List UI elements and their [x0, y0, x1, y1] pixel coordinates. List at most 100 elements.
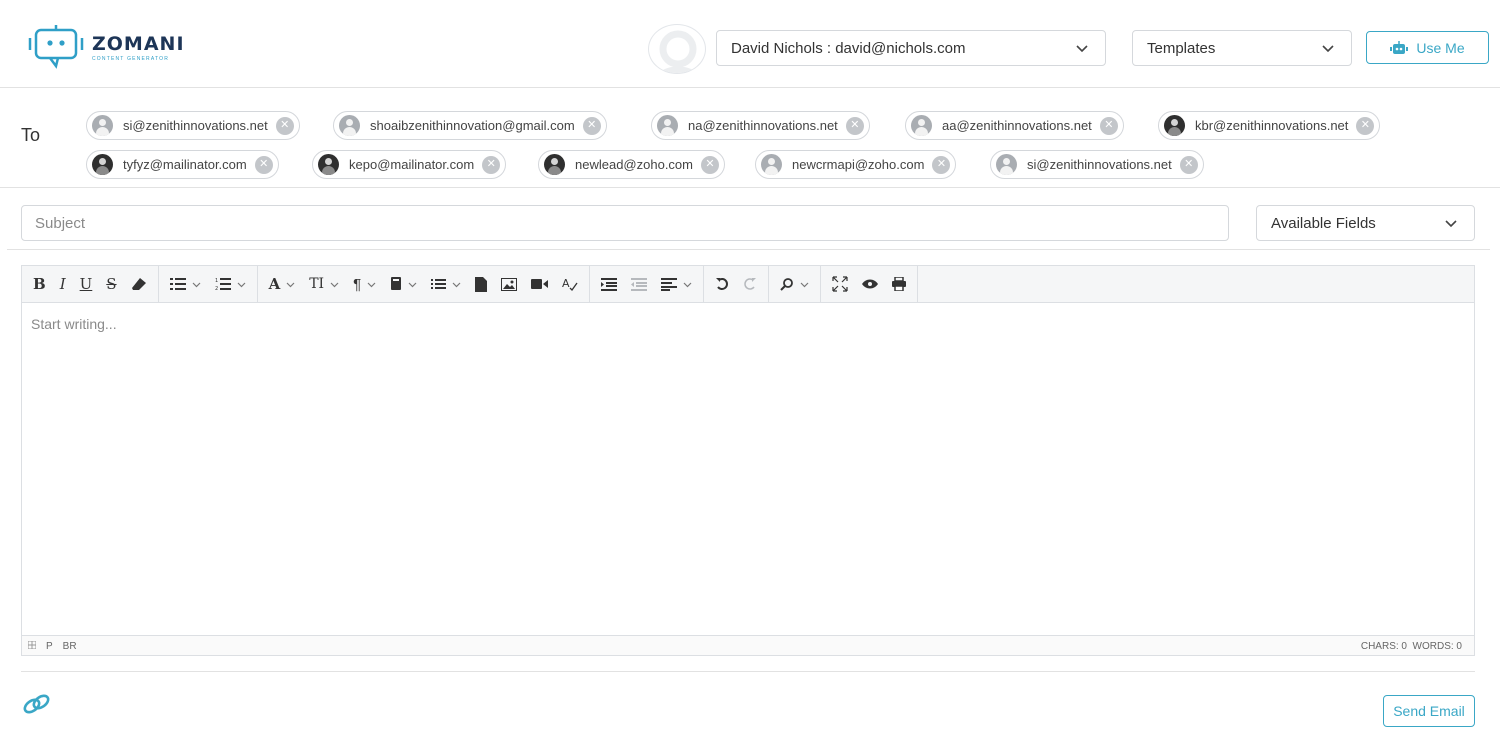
- editor-toolbar: B I U S 12 A TI ¶ A: [22, 266, 1474, 303]
- numbered-list-button[interactable]: 12: [208, 269, 253, 299]
- print-button[interactable]: [885, 269, 913, 299]
- robot-logo-icon: [28, 25, 84, 69]
- sender-select[interactable]: David Nichols : david@nichols.com: [716, 30, 1106, 66]
- status-path-br[interactable]: BR: [63, 641, 77, 652]
- recipient-chip[interactable]: tyfyz@mailinator.com ✕: [86, 150, 279, 179]
- send-email-button[interactable]: Send Email: [1383, 695, 1475, 727]
- remove-icon[interactable]: ✕: [845, 116, 864, 135]
- insert-file-button[interactable]: [468, 269, 494, 299]
- status-path-p[interactable]: P: [46, 641, 53, 652]
- outdent-icon: [631, 277, 648, 291]
- available-fields-label: Available Fields: [1271, 214, 1376, 232]
- recipient-chip[interactable]: kepo@mailinator.com ✕: [312, 150, 507, 179]
- recipients-row: To si@zenithinnovations.net ✕ shoaibzeni…: [0, 88, 1500, 188]
- bold-button[interactable]: B: [26, 269, 53, 299]
- recipient-chip[interactable]: shoaibzenithinnovation@gmail.com ✕: [333, 111, 607, 140]
- avatar-photo-icon: [318, 154, 339, 175]
- svg-text:A: A: [562, 277, 570, 290]
- remove-icon[interactable]: ✕: [275, 116, 294, 135]
- redo-button[interactable]: [736, 269, 764, 299]
- remove-icon[interactable]: ✕: [932, 155, 951, 174]
- user-placeholder-icon: [659, 30, 697, 73]
- recipient-chip[interactable]: na@zenithinnovations.net ✕: [651, 111, 870, 140]
- chevron-down-icon: [237, 282, 245, 287]
- recipient-email: shoaibzenithinnovation@gmail.com: [370, 118, 575, 133]
- link-icon[interactable]: [21, 692, 53, 716]
- chevron-down-icon: [683, 282, 692, 287]
- subject-input[interactable]: [21, 205, 1229, 241]
- italic-button[interactable]: I: [53, 269, 73, 299]
- recipient-email: kepo@mailinator.com: [349, 157, 475, 172]
- recipient-email: kbr@zenithinnovations.net: [1195, 118, 1349, 133]
- use-me-label: Use Me: [1416, 39, 1465, 56]
- recipient-chip[interactable]: newcrmapi@zoho.com ✕: [755, 150, 957, 179]
- fullscreen-button[interactable]: [825, 269, 855, 299]
- remove-icon[interactable]: ✕: [1099, 116, 1118, 135]
- svg-text:1: 1: [215, 278, 218, 284]
- bullet-list-button[interactable]: [163, 269, 208, 299]
- templates-select-value: Templates: [1147, 39, 1216, 57]
- underline-button[interactable]: U: [73, 269, 100, 299]
- remove-icon[interactable]: ✕: [582, 116, 601, 135]
- divider: [21, 671, 1475, 672]
- remove-icon[interactable]: ✕: [254, 155, 273, 174]
- recipient-chip[interactable]: newlead@zoho.com ✕: [538, 150, 725, 179]
- image-icon: [501, 277, 518, 291]
- font-size-label: TI: [309, 276, 325, 292]
- classes-button[interactable]: [383, 269, 424, 299]
- chevron-down-icon: [452, 282, 461, 287]
- search-button[interactable]: [773, 269, 816, 299]
- font-size-button[interactable]: TI: [302, 269, 346, 299]
- classes-icon: [391, 277, 402, 290]
- spellcheck-button[interactable]: A: [555, 269, 585, 299]
- strikethrough-button[interactable]: S: [99, 269, 123, 299]
- user-avatar[interactable]: [648, 24, 706, 74]
- avatar-placeholder-icon: [657, 115, 678, 136]
- recipient-email: si@zenithinnovations.net: [1027, 157, 1172, 172]
- avatar-placeholder-icon: [92, 115, 113, 136]
- eraser-button[interactable]: [124, 269, 154, 299]
- chevron-down-icon: [1322, 45, 1334, 53]
- undo-button[interactable]: [708, 269, 736, 299]
- robot-icon: [1390, 40, 1409, 54]
- avatar-photo-icon: [92, 154, 113, 175]
- paragraph-button[interactable]: ¶: [346, 269, 383, 299]
- line-height-button[interactable]: [424, 269, 468, 299]
- preview-button[interactable]: [855, 269, 885, 299]
- recipient-chip[interactable]: aa@zenithinnovations.net ✕: [905, 111, 1124, 140]
- available-fields-select[interactable]: Available Fields: [1256, 205, 1475, 241]
- font-button[interactable]: A: [262, 269, 303, 299]
- recipient-chip[interactable]: si@zenithinnovations.net ✕: [86, 111, 300, 140]
- avatar-photo-icon: [544, 154, 565, 175]
- redo-icon: [744, 278, 757, 290]
- logo: ZOMANI CONTENT GENERATOR: [26, 24, 185, 70]
- chevron-down-icon: [1076, 45, 1088, 53]
- use-me-button[interactable]: Use Me: [1366, 31, 1489, 64]
- recipient-chip[interactable]: kbr@zenithinnovations.net ✕: [1158, 111, 1381, 140]
- recipient-email: newlead@zoho.com: [575, 157, 693, 172]
- numbered-list-icon: 12: [215, 278, 231, 291]
- recipient-chip[interactable]: si@zenithinnovations.net ✕: [990, 150, 1204, 179]
- rich-text-editor: B I U S 12 A TI ¶ A Start writing... P B…: [21, 265, 1475, 656]
- chevron-down-icon: [192, 282, 200, 287]
- chevron-down-icon: [367, 282, 376, 287]
- undo-icon: [716, 278, 729, 290]
- editor-content[interactable]: Start writing...: [31, 316, 117, 332]
- insert-image-button[interactable]: [494, 269, 524, 299]
- recipient-email: tyfyz@mailinator.com: [123, 157, 247, 172]
- templates-select[interactable]: Templates: [1132, 30, 1352, 66]
- avatar-placeholder-icon: [761, 154, 782, 175]
- remove-icon[interactable]: ✕: [1179, 155, 1198, 174]
- remove-icon[interactable]: ✕: [482, 155, 501, 174]
- remove-icon[interactable]: ✕: [1356, 116, 1375, 135]
- divider: [7, 249, 1490, 250]
- insert-video-button[interactable]: [524, 269, 555, 299]
- font-label: A: [268, 275, 281, 293]
- align-button[interactable]: [654, 269, 699, 299]
- indent-button[interactable]: [594, 269, 624, 299]
- recipient-email: si@zenithinnovations.net: [123, 118, 268, 133]
- search-icon: [780, 278, 794, 291]
- outdent-button[interactable]: [624, 269, 654, 299]
- recipient-email: aa@zenithinnovations.net: [942, 118, 1092, 133]
- remove-icon[interactable]: ✕: [700, 155, 719, 174]
